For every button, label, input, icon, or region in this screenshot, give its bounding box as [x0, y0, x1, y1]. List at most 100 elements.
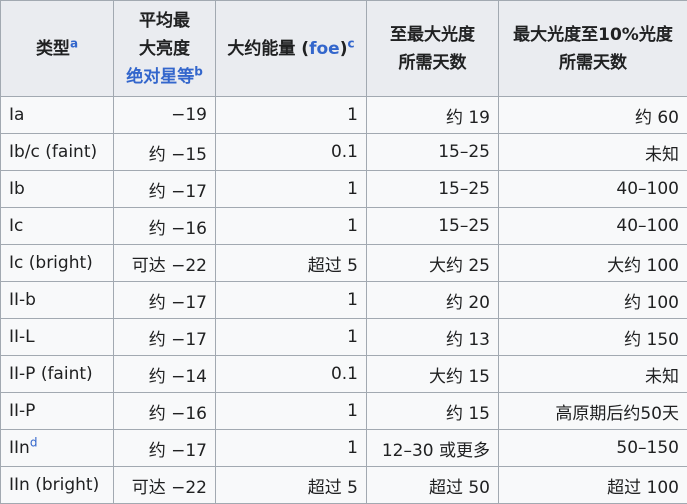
cell-magnitude-text: 可达 −22 [132, 256, 207, 276]
cell-decline-days: 40–100 [499, 208, 687, 245]
cell-magnitude-text: 约 −14 [149, 367, 207, 387]
cell-energy: 1 [216, 171, 367, 208]
cell-magnitude-text: 可达 −22 [132, 478, 207, 498]
cell-energy: 1 [216, 319, 367, 356]
cell-rise-days: 15–25 [367, 134, 499, 171]
cell-decline-days-text: 约 60 [635, 108, 679, 128]
cell-energy-text: 1 [347, 179, 358, 199]
cell-energy-text: 超过 5 [308, 256, 358, 276]
cell-decline-days: 高原期后约50天 [499, 393, 687, 430]
cell-energy: 超过 5 [216, 245, 367, 282]
cell-magnitude: 约 −17 [114, 430, 216, 467]
cell-decline-days: 约 100 [499, 282, 687, 319]
cell-energy-text: 超过 5 [308, 478, 358, 498]
header-energy: 大约能量 (foe)c [216, 1, 367, 97]
cell-rise-days-text: 15–25 [438, 216, 490, 236]
header-rise-line1: 至最大光度 [371, 21, 494, 49]
cell-decline-days-text: 40–100 [616, 179, 679, 199]
cell-magnitude: 约 −15 [114, 134, 216, 171]
note-link-d[interactable]: d [30, 435, 38, 449]
cell-decline-days-text: 超过 100 [607, 478, 679, 498]
absolute-magnitude-link[interactable]: 绝对星等 [126, 67, 194, 87]
table-row: IInd约 −17112–30 或更多50–150 [1, 430, 687, 467]
cell-type: II-b [1, 282, 114, 319]
cell-magnitude: 约 −17 [114, 319, 216, 356]
cell-magnitude: 可达 −22 [114, 245, 216, 282]
cell-type-text: IIn (bright) [9, 475, 99, 495]
note-link-b[interactable]: b [194, 64, 203, 78]
cell-rise-days: 大约 25 [367, 245, 499, 282]
cell-rise-days-text: 15–25 [438, 142, 490, 162]
cell-decline-days: 约 60 [499, 97, 687, 134]
cell-decline-days-text: 50–150 [616, 438, 679, 458]
table-row: II-P约 −161约 15高原期后约50天 [1, 393, 687, 430]
cell-type-text: II-b [9, 290, 36, 310]
cell-rise-days-text: 大约 25 [429, 256, 490, 276]
cell-magnitude-text: 约 −16 [149, 404, 207, 424]
cell-energy: 1 [216, 208, 367, 245]
note-link-c[interactable]: c [347, 36, 354, 50]
cell-magnitude-text: 约 −15 [149, 145, 207, 165]
cell-decline-days: 约 150 [499, 319, 687, 356]
header-mag-line2: 大亮度 [118, 35, 211, 63]
cell-type-text: Ic [9, 216, 23, 236]
header-mag-line1: 平均最 [118, 7, 211, 35]
header-type-label: 类型 [36, 39, 70, 59]
cell-energy: 0.1 [216, 134, 367, 171]
cell-energy: 0.1 [216, 356, 367, 393]
cell-rise-days: 约 20 [367, 282, 499, 319]
cell-rise-days: 超过 50 [367, 467, 499, 504]
cell-decline-days-text: 未知 [645, 367, 679, 387]
cell-type: II-L [1, 319, 114, 356]
cell-energy-text: 1 [347, 216, 358, 236]
cell-rise-days: 约 15 [367, 393, 499, 430]
cell-magnitude-text: 约 −17 [149, 182, 207, 202]
header-type: 类型a [1, 1, 114, 97]
cell-energy: 1 [216, 430, 367, 467]
table-row: II-b约 −171约 20约 100 [1, 282, 687, 319]
cell-decline-days-text: 约 100 [624, 293, 679, 313]
cell-rise-days-text: 约 15 [446, 404, 490, 424]
cell-rise-days-text: 约 20 [446, 293, 490, 313]
header-rise-line2: 所需天数 [371, 49, 494, 77]
cell-rise-days: 15–25 [367, 171, 499, 208]
cell-magnitude: 约 −16 [114, 208, 216, 245]
cell-type: II-P (faint) [1, 356, 114, 393]
cell-type: IInd [1, 430, 114, 467]
cell-rise-days: 约 19 [367, 97, 499, 134]
header-abs-magnitude: 平均最 大亮度 绝对星等b [114, 1, 216, 97]
cell-magnitude: 约 −14 [114, 356, 216, 393]
cell-rise-days: 大约 15 [367, 356, 499, 393]
table-row: Ic (bright)可达 −22超过 5大约 25大约 100 [1, 245, 687, 282]
cell-energy: 1 [216, 97, 367, 134]
supernova-types-table: 类型a 平均最 大亮度 绝对星等b 大约能量 (foe)c 至最大光度 所需天数… [0, 0, 687, 504]
cell-decline-days: 超过 100 [499, 467, 687, 504]
cell-rise-days-text: 超过 50 [429, 478, 490, 498]
cell-magnitude: 可达 −22 [114, 467, 216, 504]
cell-energy-text: 1 [347, 327, 358, 347]
cell-decline-days: 大约 100 [499, 245, 687, 282]
foe-link[interactable]: foe [309, 39, 340, 59]
note-link-a[interactable]: a [70, 36, 78, 50]
cell-type-text: IIn [9, 438, 30, 458]
table-header-row: 类型a 平均最 大亮度 绝对星等b 大约能量 (foe)c 至最大光度 所需天数… [1, 1, 687, 97]
cell-energy: 超过 5 [216, 467, 367, 504]
cell-energy-text: 1 [347, 438, 358, 458]
cell-type-text: II-L [9, 327, 35, 347]
cell-rise-days-text: 12–30 或更多 [382, 441, 490, 461]
cell-rise-days: 15–25 [367, 208, 499, 245]
table-row: Ia−191约 19约 60 [1, 97, 687, 134]
cell-decline-days: 未知 [499, 134, 687, 171]
header-decline-line1: 最大光度至10%光度 [503, 21, 683, 49]
cell-rise-days: 约 13 [367, 319, 499, 356]
cell-magnitude: 约 −17 [114, 171, 216, 208]
cell-magnitude-text: 约 −16 [149, 219, 207, 239]
cell-magnitude: 约 −17 [114, 282, 216, 319]
cell-type-text: II-P (faint) [9, 364, 93, 384]
header-decline-line2: 所需天数 [503, 49, 683, 77]
cell-magnitude-text: 约 −17 [149, 293, 207, 313]
cell-decline-days: 40–100 [499, 171, 687, 208]
header-energy-label: 大约能量 ( [227, 39, 309, 59]
cell-type-text: Ib [9, 179, 25, 199]
cell-energy-text: 0.1 [331, 364, 358, 384]
